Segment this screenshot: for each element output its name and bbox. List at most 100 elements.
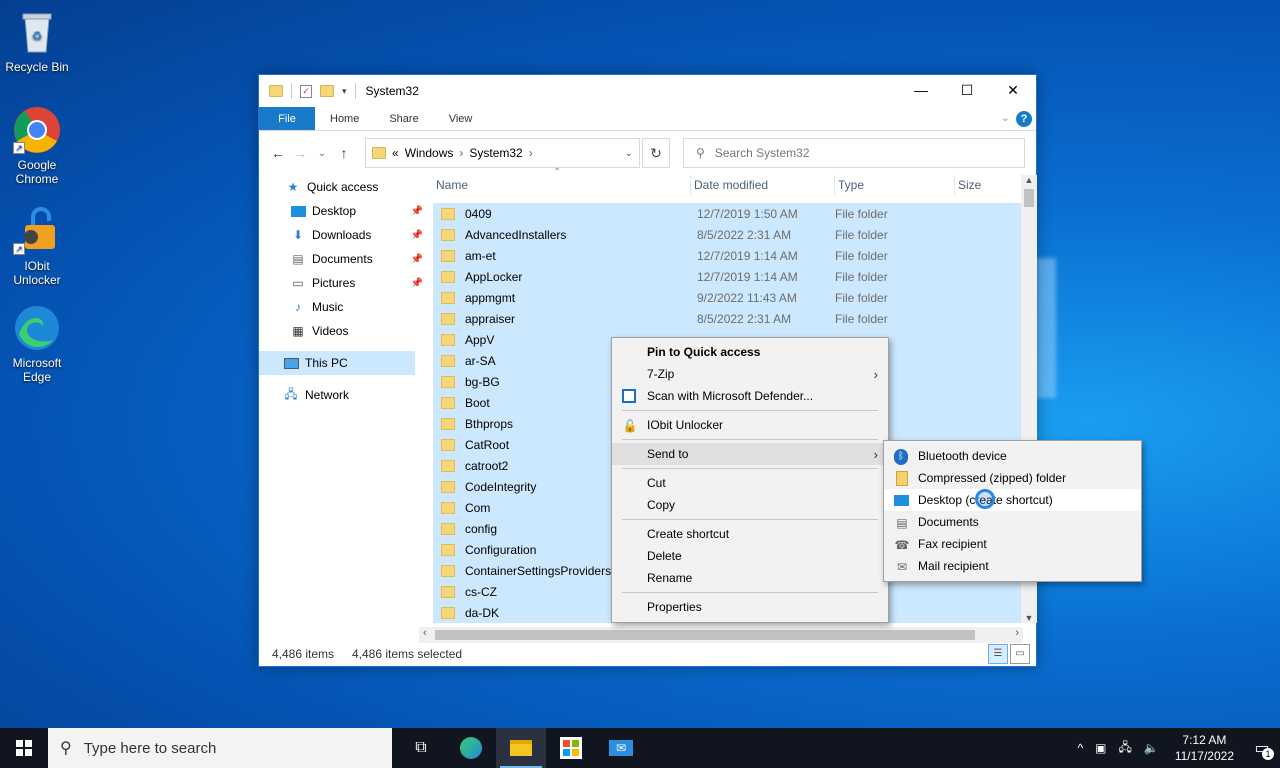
send-to-fax[interactable]: ☎ Fax recipient bbox=[884, 533, 1141, 555]
chevron-right-icon[interactable]: › bbox=[459, 146, 463, 160]
mail-icon[interactable]: ✉ bbox=[596, 728, 646, 768]
address-bar[interactable]: « Windows › System32 › ⌄ bbox=[365, 138, 640, 168]
refresh-button[interactable]: ↻ bbox=[642, 138, 670, 168]
menu-pin-to-quick-access[interactable]: Pin to Quick access bbox=[612, 341, 888, 363]
date-modified-cell: 12/7/2019 1:14 AM bbox=[697, 248, 798, 263]
up-button[interactable]: ↑ bbox=[333, 145, 355, 161]
scroll-up-icon[interactable]: ▲ bbox=[1021, 175, 1037, 185]
tab-home[interactable]: Home bbox=[315, 107, 374, 130]
menu-label: Create shortcut bbox=[647, 527, 730, 541]
address-dropdown-icon[interactable]: ⌄ bbox=[625, 148, 633, 159]
menu-properties[interactable]: Properties bbox=[612, 596, 888, 618]
menu-iobit-unlocker[interactable]: 🔓 IObit Unlocker bbox=[612, 414, 888, 436]
tab-share[interactable]: Share bbox=[374, 107, 433, 130]
maximize-button[interactable]: ☐ bbox=[944, 75, 990, 105]
file-name: Com bbox=[465, 500, 491, 515]
column-type[interactable]: Type bbox=[835, 175, 955, 195]
forward-button[interactable]: → bbox=[289, 145, 311, 161]
customize-toolbar-icon[interactable]: ▾ bbox=[342, 86, 347, 97]
tablet-icon[interactable]: ▣ bbox=[1089, 741, 1112, 755]
table-row[interactable]: AppLocker 12/7/2019 1:14 AM File folder bbox=[433, 266, 1021, 287]
details-view-button[interactable]: ☰ bbox=[988, 644, 1008, 664]
nav-music[interactable]: ♪ Music bbox=[259, 295, 429, 319]
desktop-icon-edge[interactable]: Microsoft Edge bbox=[0, 304, 74, 384]
minimize-button[interactable]: — bbox=[898, 75, 944, 105]
table-row[interactable]: am-et 12/7/2019 1:14 AM File folder bbox=[433, 245, 1021, 266]
chevron-right-icon[interactable]: › bbox=[529, 146, 533, 160]
clock[interactable]: 7:12 AM 11/17/2022 bbox=[1165, 732, 1244, 764]
chevron-up-icon[interactable]: ^ bbox=[1072, 741, 1090, 755]
title-bar[interactable]: ✓ ▾ System32 — ☐ ✕ bbox=[259, 75, 1036, 107]
send-to-desktop[interactable]: Desktop (create shortcut) bbox=[884, 489, 1141, 511]
menu-cut[interactable]: Cut bbox=[612, 472, 888, 494]
properties-icon[interactable]: ✓ bbox=[300, 84, 312, 98]
type-cell: File folder bbox=[835, 206, 888, 221]
menu-copy[interactable]: Copy bbox=[612, 494, 888, 516]
menu-delete[interactable]: Delete bbox=[612, 545, 888, 567]
nav-downloads[interactable]: ⬇ Downloads 📌 bbox=[259, 223, 429, 247]
column-size[interactable]: Size bbox=[955, 175, 1025, 195]
time: 7:12 AM bbox=[1182, 733, 1227, 747]
scroll-thumb[interactable] bbox=[1024, 189, 1034, 207]
nav-documents[interactable]: ▤ Documents 📌 bbox=[259, 247, 429, 271]
menu-7zip[interactable]: 7-Zip › bbox=[612, 363, 888, 385]
column-date-modified[interactable]: Date modified bbox=[691, 175, 835, 195]
nav-pictures[interactable]: ▭ Pictures 📌 bbox=[259, 271, 429, 295]
column-name[interactable]: Name bbox=[433, 175, 691, 195]
file-name: CatRoot bbox=[465, 437, 510, 452]
scroll-down-icon[interactable]: ▼ bbox=[1021, 613, 1037, 623]
menu-create-shortcut[interactable]: Create shortcut bbox=[612, 523, 888, 545]
taskbar-search[interactable]: ⚲ Type here to search bbox=[48, 728, 392, 768]
menu-scan-defender[interactable]: Scan with Microsoft Defender... bbox=[612, 385, 888, 407]
table-row[interactable]: AdvancedInstallers 8/5/2022 2:31 AM File f… bbox=[433, 224, 1021, 245]
desktop-icon-iobit[interactable]: ↗ IObit Unlocker bbox=[0, 207, 74, 287]
help-icon[interactable]: ? bbox=[1016, 111, 1032, 127]
recent-locations-button[interactable]: ⌄ bbox=[311, 148, 333, 159]
horizontal-scrollbar[interactable]: ‹ › bbox=[419, 627, 1023, 643]
new-folder-icon[interactable] bbox=[320, 85, 334, 97]
scroll-thumb[interactable] bbox=[435, 630, 975, 640]
expand-ribbon-icon[interactable]: ⌄ bbox=[1001, 111, 1010, 124]
nav-videos[interactable]: ▦ Videos bbox=[259, 319, 429, 343]
volume-icon[interactable]: 🔈 bbox=[1138, 741, 1165, 755]
desktop-icon-recycle-bin[interactable]: ♻ Recycle Bin bbox=[0, 8, 74, 74]
nav-network[interactable]: 🖧 Network bbox=[259, 383, 429, 407]
nav-quick-access[interactable]: ★ Quick access bbox=[259, 175, 429, 199]
task-view-icon[interactable]: ⧉ bbox=[396, 728, 446, 768]
computer-icon bbox=[283, 356, 299, 370]
menu-send-to[interactable]: Send to › bbox=[612, 443, 888, 465]
send-to-documents[interactable]: ▤ Documents bbox=[884, 511, 1141, 533]
tab-view[interactable]: View bbox=[434, 107, 488, 130]
file-explorer-icon[interactable] bbox=[496, 728, 546, 768]
table-row[interactable]: 0409 12/7/2019 1:50 AM File folder bbox=[433, 203, 1021, 224]
store-icon[interactable] bbox=[546, 728, 596, 768]
scroll-left-icon[interactable]: ‹ bbox=[423, 627, 427, 639]
unlocker-icon: 🔓 bbox=[622, 419, 638, 433]
send-to-bluetooth[interactable]: ᛒ Bluetooth device bbox=[884, 445, 1141, 467]
file-name: CodeIntegrity bbox=[465, 479, 537, 494]
large-icons-view-button[interactable]: ▭ bbox=[1010, 644, 1030, 664]
address-overflow[interactable]: « bbox=[392, 146, 399, 160]
nav-desktop[interactable]: Desktop 📌 bbox=[259, 199, 429, 223]
notification-center-button[interactable]: ▭ 1 bbox=[1244, 728, 1280, 768]
network-icon[interactable]: 🖧 bbox=[1112, 738, 1137, 759]
edge-icon[interactable] bbox=[446, 728, 496, 768]
table-row[interactable]: appmgmt 9/2/2022 11:43 AM File folder bbox=[433, 287, 1021, 308]
table-row[interactable]: appraiser 8/5/2022 2:31 AM File folder bbox=[433, 308, 1021, 329]
send-to-zip[interactable]: Compressed (zipped) folder bbox=[884, 467, 1141, 489]
breadcrumb-windows[interactable]: Windows bbox=[405, 146, 454, 160]
close-button[interactable]: ✕ bbox=[990, 75, 1036, 105]
menu-label: Delete bbox=[647, 549, 682, 563]
scroll-right-icon[interactable]: › bbox=[1015, 627, 1019, 639]
system-tray: ^ ▣ 🖧 🔈 7:12 AM 11/17/2022 ▭ 1 bbox=[1072, 728, 1280, 768]
desktop-icon-chrome[interactable]: ↗ Google Chrome bbox=[0, 106, 74, 186]
breadcrumb-system32[interactable]: System32 bbox=[469, 146, 522, 160]
back-button[interactable]: ← bbox=[267, 145, 289, 161]
nav-this-pc[interactable]: This PC bbox=[259, 351, 415, 375]
start-button[interactable] bbox=[0, 728, 48, 768]
search-input[interactable]: ⚲ Search System32 bbox=[683, 138, 1025, 168]
menu-rename[interactable]: Rename bbox=[612, 567, 888, 589]
svg-text:♻: ♻ bbox=[32, 29, 43, 43]
send-to-mail[interactable]: ✉ Mail recipient bbox=[884, 555, 1141, 577]
tab-file[interactable]: File bbox=[259, 107, 315, 130]
